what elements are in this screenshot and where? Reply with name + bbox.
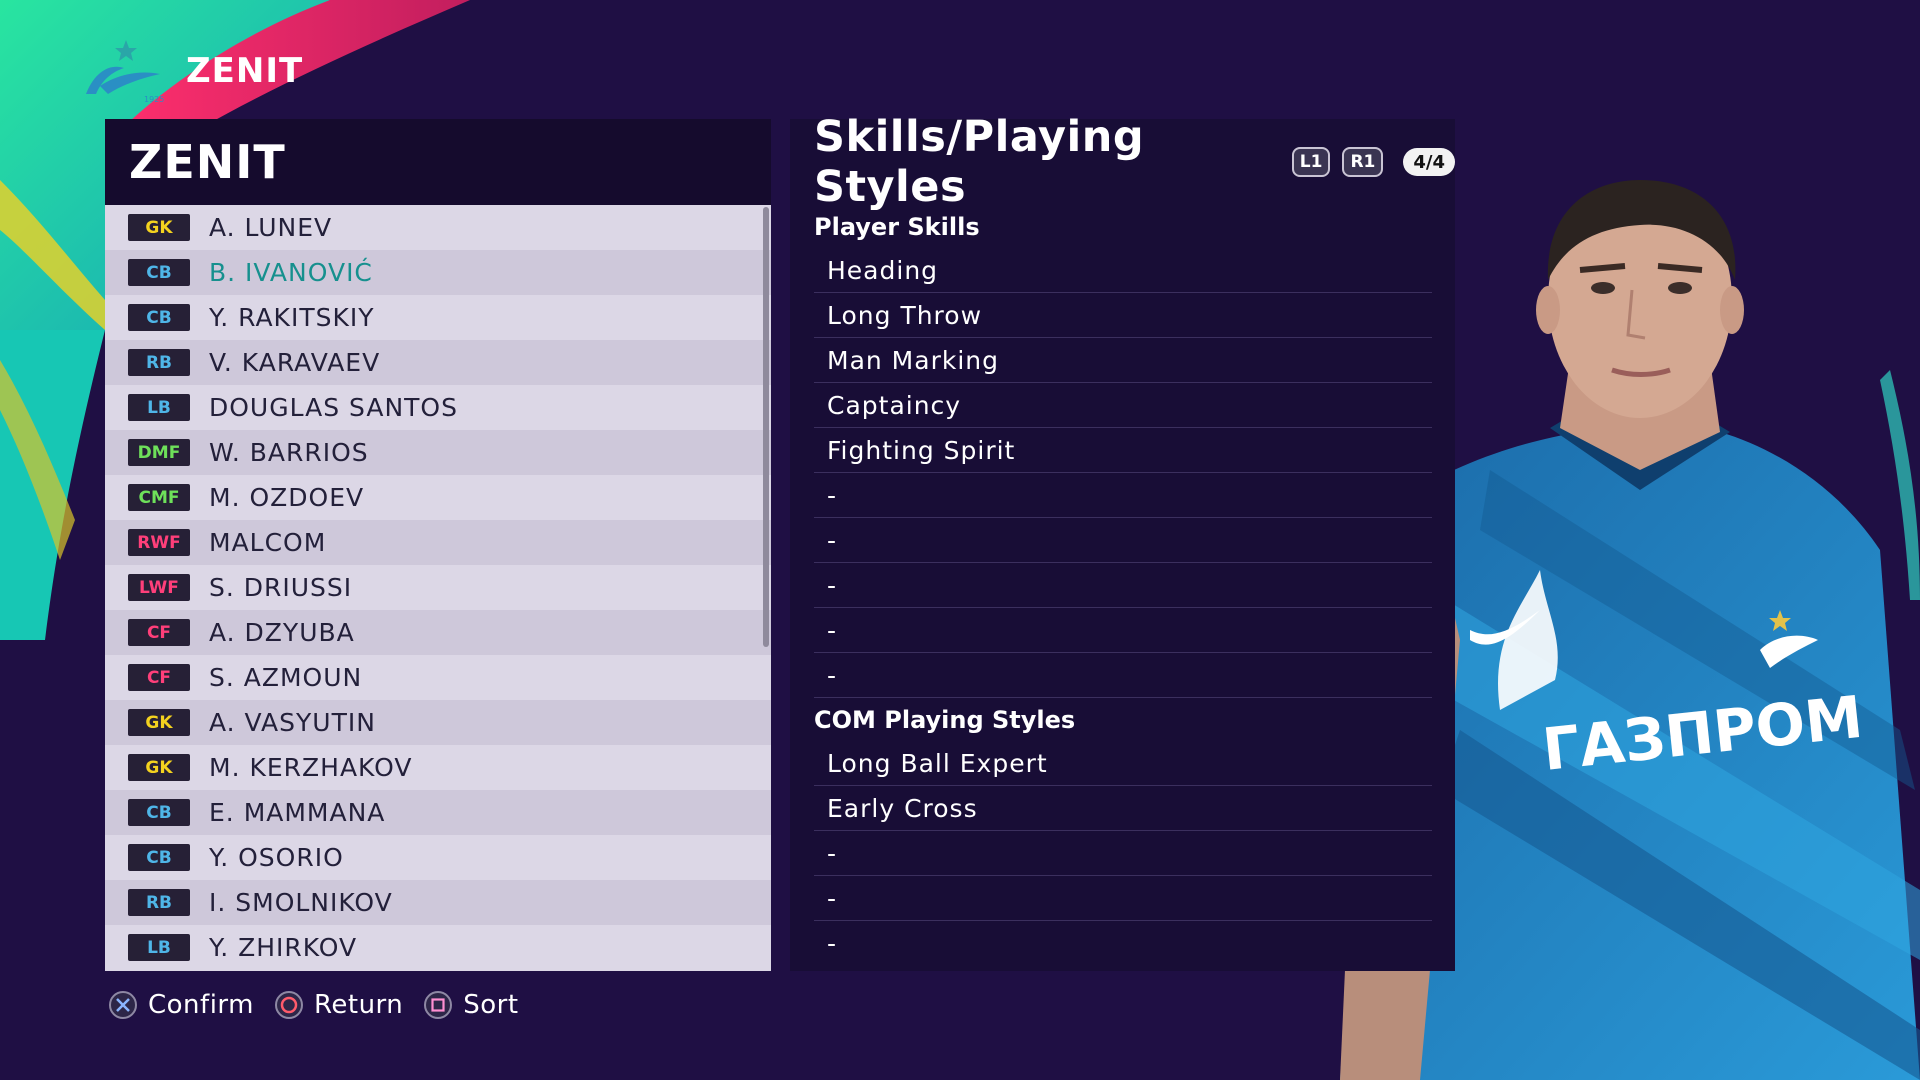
player-name: S. DRIUSSI — [209, 573, 353, 602]
com-style-item: Long Ball Expert — [814, 741, 1432, 786]
player-skill-item: Man Marking — [814, 338, 1432, 383]
player-name: Y. OSORIO — [209, 843, 344, 872]
zenit-logo-icon: 1925 — [86, 40, 164, 104]
player-row[interactable]: CB Y. RAKITSKIY — [105, 295, 771, 340]
circle-button-icon — [274, 991, 303, 1019]
player-row[interactable]: CF S. AZMOUN — [105, 655, 771, 700]
position-badge: GK — [128, 214, 190, 241]
position-badge: CF — [128, 664, 190, 691]
position-badge: GK — [128, 754, 190, 781]
confirm-hint[interactable]: Confirm — [108, 990, 254, 1020]
return-label: Return — [313, 990, 404, 1020]
player-row[interactable]: CF A. DZYUBA — [105, 610, 771, 655]
player-row[interactable]: LB DOUGLAS SANTOS — [105, 385, 771, 430]
position-badge: CB — [128, 304, 190, 331]
position-badge: CB — [128, 259, 190, 286]
player-name: A. VASYUTIN — [209, 708, 376, 737]
player-skills-list: Heading Long Throw Man Marking Captaincy Fig… — [790, 248, 1455, 698]
com-style-item: - — [814, 876, 1432, 921]
player-row[interactable]: CB B. IVANOVIĆ — [105, 250, 771, 295]
player-skill-item: Long Throw — [814, 293, 1432, 338]
player-name: A. DZYUBA — [209, 618, 355, 647]
l1-button[interactable]: L1 — [1291, 147, 1331, 177]
player-row[interactable]: GK A. VASYUTIN — [105, 700, 771, 745]
player-name: Y. ZHIRKOV — [209, 933, 358, 962]
position-badge: RWF — [128, 529, 190, 556]
squad-list-title: ZENIT — [129, 135, 286, 189]
player-name: A. LUNEV — [209, 213, 333, 242]
player-skill-item: - — [814, 653, 1432, 698]
position-badge: LB — [128, 934, 190, 961]
skills-panel: Skills/Playing Styles L1 R1 4/4 Player S… — [790, 112, 1455, 971]
r1-button[interactable]: R1 — [1342, 147, 1384, 177]
position-badge: DMF — [128, 439, 190, 466]
player-row[interactable]: CB Y. OSORIO — [105, 835, 771, 880]
player-name: MALCOM — [209, 528, 327, 557]
position-badge: GK — [128, 709, 190, 736]
player-name: Y. RAKITSKIY — [209, 303, 375, 332]
player-row[interactable]: CB E. MAMMANA — [105, 790, 771, 835]
squad-list-header: ZENIT — [105, 119, 771, 205]
com-styles-list: Long Ball Expert Early Cross - - - — [790, 741, 1455, 965]
player-name: V. KARAVAEV — [209, 348, 381, 377]
list-scrollbar[interactable] — [763, 207, 769, 647]
cross-button-icon — [109, 991, 137, 1019]
player-skill-item: Fighting Spirit — [814, 428, 1432, 473]
position-badge: RB — [128, 349, 190, 376]
player-skill-item: Heading — [814, 248, 1432, 293]
square-button-icon — [424, 991, 453, 1019]
skills-header: Skills/Playing Styles L1 R1 4/4 — [790, 112, 1455, 212]
player-name: W. BARRIOS — [209, 438, 369, 467]
position-badge: CB — [128, 799, 190, 826]
player-skill-item: - — [814, 608, 1432, 653]
player-skill-item: - — [814, 473, 1432, 518]
com-style-item: - — [814, 831, 1432, 876]
squad-list[interactable]: GK A. LUNEV CB B. IVANOVIĆ CB Y. RAKITSKIY RB V… — [105, 205, 771, 971]
player-row[interactable]: RB I. SMOLNIKOV — [105, 880, 771, 925]
club-title: ZENIT — [186, 51, 304, 91]
player-skill-item: - — [814, 563, 1432, 608]
player-row[interactable]: GK A. LUNEV — [105, 205, 771, 250]
player-name: DOUGLAS SANTOS — [209, 393, 458, 422]
com-style-item: Early Cross — [814, 786, 1432, 831]
player-name: B. IVANOVIĆ — [209, 258, 373, 287]
position-badge: RB — [128, 889, 190, 916]
player-row[interactable]: DMF W. BARRIOS — [105, 430, 771, 475]
player-row[interactable]: LB Y. ZHIRKOV — [105, 925, 771, 970]
player-name: I. SMOLNIKOV — [209, 888, 393, 917]
position-badge: LWF — [128, 574, 190, 601]
player-name: E. MAMMANA — [209, 798, 386, 827]
confirm-label: Confirm — [148, 990, 254, 1020]
club-header: 1925 ZENIT — [78, 34, 303, 108]
player-row[interactable]: GK M. KERZHAKOV — [105, 745, 771, 790]
player-row[interactable]: RB V. KARAVAEV — [105, 340, 771, 385]
player-row[interactable]: RWF MALCOM — [105, 520, 771, 565]
return-hint[interactable]: Return — [274, 990, 403, 1020]
skills-title: Skills/Playing Styles — [814, 112, 1145, 212]
sort-hint[interactable]: Sort — [423, 990, 518, 1020]
player-name: M. KERZHAKOV — [209, 753, 413, 782]
position-badge: LB — [128, 394, 190, 421]
squad-list-panel: ZENIT GK A. LUNEV CB B. IVANOVIĆ CB Y. RAKITS… — [105, 119, 771, 971]
page-indicator: 4/4 — [1403, 148, 1455, 176]
player-skill-item: - — [814, 518, 1432, 563]
com-style-item: - — [827, 928, 838, 958]
player-skill-item: Captaincy — [814, 383, 1432, 428]
position-badge: CF — [128, 619, 190, 646]
button-hints: Confirm Return Sort — [108, 990, 539, 1020]
com-styles-label: COM Playing Styles — [814, 705, 1076, 734]
player-name: M. OZDOEV — [209, 483, 365, 512]
sort-label: Sort — [463, 990, 519, 1020]
player-row[interactable]: CMF M. OZDOEV — [105, 475, 771, 520]
position-badge: CMF — [128, 484, 190, 511]
svg-text:1925: 1925 — [144, 95, 164, 104]
position-badge: CB — [128, 844, 190, 871]
player-row[interactable]: LWF S. DRIUSSI — [105, 565, 771, 610]
player-name: S. AZMOUN — [209, 663, 363, 692]
